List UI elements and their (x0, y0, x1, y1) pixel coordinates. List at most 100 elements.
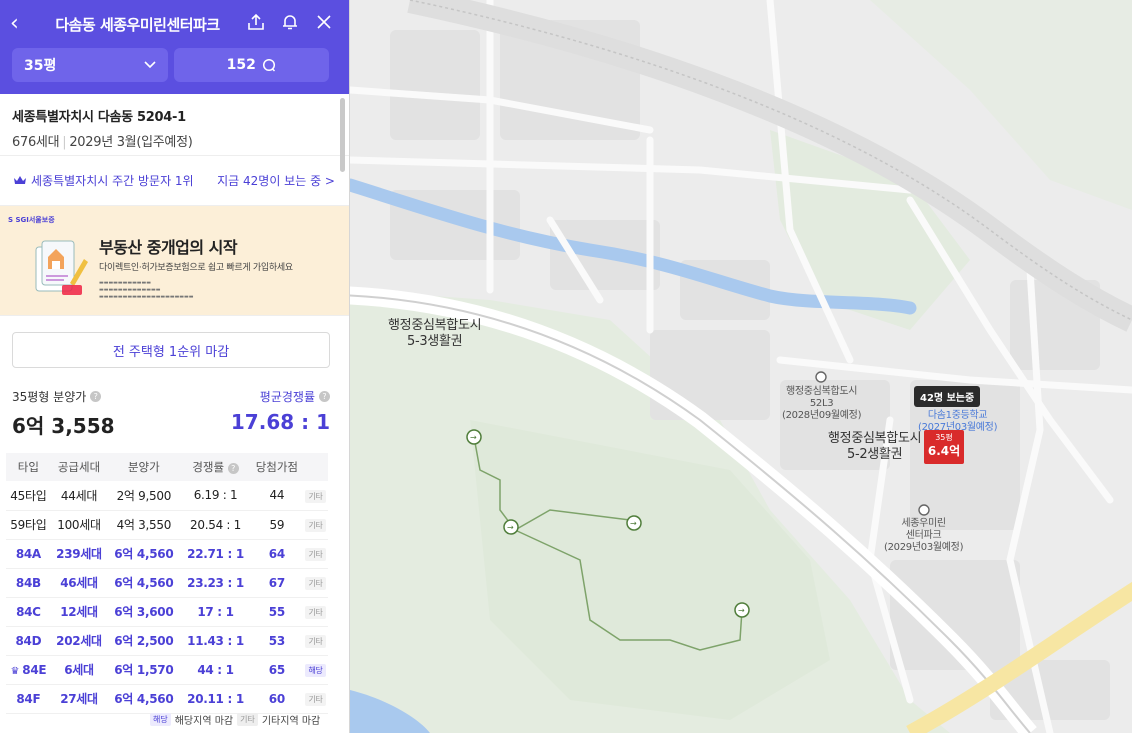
help-icon[interactable]: ? (227, 463, 239, 474)
row-tag: 기타 (303, 597, 328, 627)
document-pencil-icon (35, 240, 88, 295)
map-label-poi-52l3[interactable]: 행정중심복합도시 52L3 (2028년09월예정) (782, 386, 861, 422)
row-rate: 23.23 : 1 (180, 568, 251, 598)
row-price: 6억 4,560 (107, 539, 181, 569)
row-score: 53 (250, 626, 304, 656)
row-type: 84A (6, 539, 51, 569)
households: 676세대 (12, 135, 60, 150)
chevron-down-icon (143, 61, 156, 69)
row-tag: 해당 (303, 655, 328, 685)
row-price: 6억 4,560 (107, 568, 181, 598)
row-score: 60 (250, 684, 304, 714)
marker-price-pin[interactable]: 35평 6.4억 (924, 430, 964, 464)
svg-text:→: → (630, 519, 637, 528)
marker-viewers: 42명 보는중 (914, 386, 981, 407)
row-tag: 기타 (303, 568, 328, 598)
table-row[interactable]: ♛ 84E 6세대 6억 1,570 44 : 1 65 해당 (6, 655, 328, 685)
row-price: 2억 9,500 (107, 481, 181, 511)
size-selector-value: 35평 (24, 58, 57, 74)
legend-chip-local: 해당 (150, 713, 171, 726)
share-button[interactable] (239, 13, 273, 36)
rank-section[interactable]: 세종특별자치시 주간 방문자 1위 지금 42명이 보는 중 > (0, 156, 349, 206)
chevron-left-icon: ‹ (10, 11, 19, 36)
map-view[interactable]: → → → → 행정중심복합도시 5-3생활권 행정중심복합도시 52L3 (2028… (339, 0, 1132, 733)
table-row[interactable]: 84A 239세대 6억 4,560 22.71 : 1 64 기타 (6, 539, 328, 569)
row-type: 84B (6, 568, 51, 598)
map-label-poi-complex[interactable]: 세종우미린 센터파크 (2029년03월예정) (884, 518, 963, 554)
svg-text:→: → (738, 606, 745, 615)
table-row[interactable]: 45타입 44세대 2억 9,500 6.19 : 1 44 기타 (6, 481, 328, 511)
row-score: 55 (250, 597, 304, 627)
help-icon[interactable]: ? (319, 391, 330, 402)
competition-value: 17.68 : 1 (230, 410, 330, 434)
row-tag: 기타 (303, 481, 328, 511)
col-price: 분양가 (107, 453, 181, 481)
complex-title: 다솜동 세종우미린센터파크 (55, 15, 220, 34)
address-section: 세종특별자치시 다솜동 5204-1 676세대 | 2029년 3월(입주예정) (0, 94, 349, 156)
svg-text:→: → (507, 523, 514, 532)
complex-summary: 676세대 | 2029년 3월(입주예정) (12, 135, 193, 150)
bell-icon (283, 14, 297, 29)
competition-label: 평균경쟁률 (259, 390, 315, 404)
unit-type-table: 타입 공급세대 분양가 경쟁률 ? 당첨가점 45타입 44세대 2억 9,500 6… (6, 453, 328, 714)
marker-price: 6.4억 (927, 444, 961, 458)
table-row[interactable]: 84F 27세대 6억 4,560 20.11 : 1 60 기타 (6, 684, 328, 714)
map-canvas[interactable]: → → → → (339, 0, 1132, 733)
panel-scrollbar[interactable] (340, 98, 345, 172)
price-value: 6억 3,558 (12, 414, 115, 438)
move-in-date: 2029년 3월(입주예정) (69, 135, 193, 150)
row-price: 6억 2,500 (107, 626, 181, 656)
ad-banner[interactable]: S SGI서울보증 부동산 중개업의 시작 다이렉트인·허가보증보험으로 쉽고 … (0, 206, 349, 316)
address-line: 세종특별자치시 다솜동 5204-1 (12, 110, 186, 125)
row-supply: 202세대 (50, 626, 108, 656)
row-type: 84F (6, 684, 51, 714)
row-rate: 11.43 : 1 (180, 626, 251, 656)
close-icon (317, 14, 331, 29)
svg-text:→: → (470, 433, 477, 442)
marker-size: 35평 (935, 433, 953, 442)
row-tag: 기타 (303, 684, 328, 714)
row-price: 4억 3,550 (107, 510, 181, 540)
visitor-rank: 세종특별자치시 주간 방문자 1위 (31, 174, 194, 188)
crown-icon: ♛ (10, 665, 23, 677)
table-row[interactable]: 59타입 100세대 4억 3,550 20.54 : 1 59 기타 (6, 510, 328, 540)
comment-count: 152 (226, 57, 256, 73)
viewers-now-link[interactable]: 지금 42명이 보는 중 > (217, 172, 335, 189)
all-types-closed-button[interactable]: 전 주택형 1순위 마감 (12, 332, 330, 368)
row-supply: 6세대 (50, 655, 108, 685)
comment-icon (262, 58, 275, 72)
row-score: 59 (250, 510, 304, 540)
table-legend: 해당 해당지역 마감 기타 기타지역 마감 (150, 712, 320, 727)
panel-header: ‹ 다솜동 세종우미린센터파크 35평 152 (0, 0, 349, 94)
comments-button[interactable]: 152 (173, 48, 329, 82)
row-supply: 12세대 (50, 597, 108, 627)
table-row[interactable]: 84B 46세대 6억 4,560 23.23 : 1 67 기타 (6, 568, 328, 598)
notify-button[interactable] (273, 13, 307, 36)
help-icon[interactable]: ? (90, 391, 102, 402)
row-price: 6억 1,570 (107, 655, 181, 685)
size-selector[interactable]: 35평 (12, 48, 168, 82)
row-price: 6억 3,600 (107, 597, 181, 627)
back-button[interactable]: ‹ (10, 0, 36, 48)
row-score: 64 (250, 539, 304, 569)
row-rate: 20.54 : 1 (180, 510, 251, 540)
row-rate: 22.71 : 1 (180, 539, 251, 569)
row-score: 65 (250, 655, 304, 685)
row-type: ♛ 84E (6, 655, 51, 685)
complex-marker[interactable]: 42명 보는중 35평 6.4억 (914, 386, 981, 464)
row-type: 45타입 (6, 481, 51, 511)
row-price: 6억 4,560 (107, 684, 181, 714)
sgi-logo-icon: S SGI서울보증 (8, 216, 55, 224)
row-tag: 기타 (303, 626, 328, 656)
row-rate: 20.11 : 1 (180, 684, 251, 714)
table-row[interactable]: 84C 12세대 6억 3,600 17 : 1 55 기타 (6, 597, 328, 627)
map-label-area-5-2: 행정중심복합도시 5-2생활권 (828, 431, 922, 462)
table-row[interactable]: 84D 202세대 6억 2,500 11.43 : 1 53 기타 (6, 626, 328, 656)
row-supply: 239세대 (50, 539, 108, 569)
close-button[interactable] (307, 13, 341, 36)
row-type: 59타입 (6, 510, 51, 540)
row-rate: 44 : 1 (180, 655, 251, 685)
row-score: 44 (250, 481, 304, 511)
price-summary: 35평형 분양가? 6억 3,558 평균경쟁률? 17.68 : 1 (0, 388, 349, 439)
row-supply: 100세대 (50, 510, 108, 540)
